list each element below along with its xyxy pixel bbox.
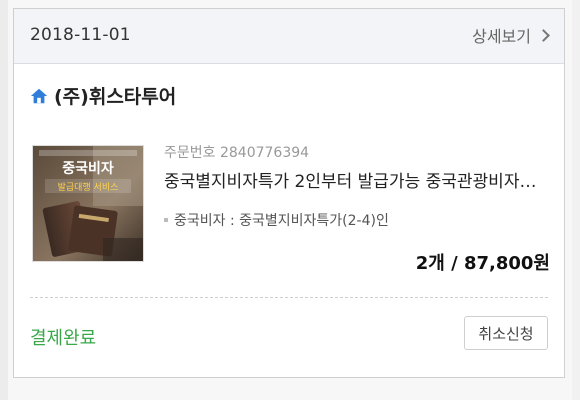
payment-status: 결제완료 [30, 328, 97, 349]
view-details-label: 상세보기 [472, 27, 531, 46]
product-item: 중국비자 발급대행 서비스 주문번호 2840776394 중국별지비자특가 2… [30, 145, 550, 275]
left-page-edge [0, 0, 8, 400]
product-thumbnail[interactable]: 중국비자 발급대행 서비스 [32, 145, 144, 262]
bullet-square-icon [164, 218, 168, 222]
order-card: 2018-11-01 상세보기 (주)휘스타투어 중국비자 발급대행 서비스 주… [13, 8, 565, 378]
product-title[interactable]: 중국별지비자특가 2인부터 발급가능 중국관광비자… [164, 167, 544, 192]
quantity-price: 2개 / 87,800원 [415, 253, 550, 274]
product-option: 중국비자 : 중국별지비자특가(2-4)인 [164, 210, 389, 230]
right-page-edge [572, 0, 580, 400]
home-icon [30, 88, 48, 103]
cancel-request-button[interactable]: 취소신청 [464, 316, 548, 350]
product-option-text: 중국비자 : 중국별지비자특가(2-4)인 [174, 213, 389, 229]
shop-row[interactable]: (주)휘스타투어 [30, 82, 176, 109]
thumbnail-text-1: 중국비자 [62, 161, 114, 177]
chevron-right-icon [537, 29, 550, 42]
shop-name: (주)휘스타투어 [54, 86, 177, 108]
view-details-link[interactable]: 상세보기 [472, 23, 550, 47]
dashed-divider [30, 297, 548, 298]
product-image: 중국비자 발급대행 서비스 [33, 146, 143, 261]
order-card-header: 2018-11-01 상세보기 [14, 9, 564, 64]
thumbnail-text-2: 발급대행 서비스 [58, 181, 119, 193]
order-date: 2018-11-01 [30, 25, 131, 45]
order-number: 주문번호 2840776394 [164, 145, 310, 161]
